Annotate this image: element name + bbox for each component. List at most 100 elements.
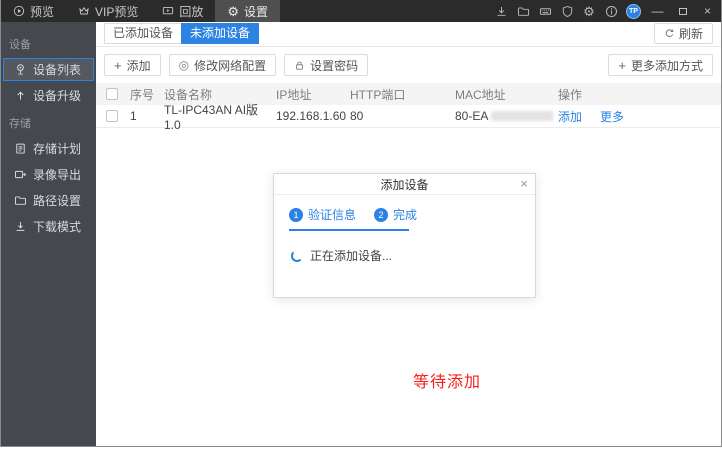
header-checkbox-cell bbox=[106, 88, 130, 100]
row-checkbox-cell bbox=[106, 110, 130, 122]
dialog-title: 添加设备 bbox=[380, 177, 429, 192]
row-more-link[interactable]: 更多 bbox=[600, 108, 624, 125]
cell-mac: 80-EA bbox=[455, 109, 558, 123]
download-icon[interactable] bbox=[494, 4, 508, 18]
folder-icon[interactable] bbox=[516, 4, 530, 18]
play-circle-icon bbox=[13, 5, 25, 17]
tab-preview-label: 预览 bbox=[30, 4, 55, 19]
row-add-link[interactable]: 添加 bbox=[558, 108, 582, 125]
lock-icon bbox=[296, 61, 304, 70]
waiting-status-text: 等待添加 bbox=[413, 374, 482, 391]
gear-icon[interactable]: ⚙ bbox=[582, 4, 596, 18]
set-password-button[interactable]: 设置密码 bbox=[284, 54, 369, 76]
cell-index: 1 bbox=[130, 109, 137, 123]
step-label: 完成 bbox=[393, 208, 418, 222]
camera-icon bbox=[17, 64, 24, 75]
sidebar-item-path-settings[interactable]: 路径设置 bbox=[3, 189, 94, 212]
folder-path-icon bbox=[14, 196, 27, 205]
network-config-icon: ◎ bbox=[178, 58, 190, 72]
step-number-badge: 2 bbox=[374, 207, 389, 222]
tab-settings[interactable]: ⚙ 设置 bbox=[215, 0, 281, 22]
more-add-methods-label: 更多添加方式 bbox=[630, 58, 703, 73]
refresh-label: 刷新 bbox=[678, 27, 703, 41]
tab-playback[interactable]: 回放 bbox=[150, 0, 215, 22]
sidebar-item-device-upgrade[interactable]: 设备升级 bbox=[3, 84, 94, 107]
sidebar-item-label: 设备升级 bbox=[33, 89, 82, 103]
shield-icon[interactable] bbox=[560, 4, 574, 18]
device-keyboard-icon[interactable] bbox=[538, 4, 552, 18]
tp-account-logo[interactable]: TP bbox=[626, 3, 641, 19]
tab-added-devices[interactable]: 已添加设备 bbox=[104, 23, 182, 44]
cell-ip: 192.168.1.60 bbox=[276, 109, 347, 123]
sidebar-item-label: 录像导出 bbox=[33, 168, 82, 182]
loading-text: 正在添加设备... bbox=[310, 249, 393, 263]
select-all-checkbox[interactable] bbox=[106, 88, 118, 100]
header-ip: IP地址 bbox=[276, 87, 312, 102]
refresh-icon bbox=[665, 29, 674, 38]
cell-http-port: 80 bbox=[350, 109, 364, 123]
gear-icon: ⚙ bbox=[227, 3, 240, 19]
maximize-button[interactable] bbox=[674, 7, 691, 15]
dialog-loading: 正在添加设备... bbox=[291, 247, 535, 264]
sidebar-item-label: 设备列表 bbox=[33, 63, 82, 77]
table-row: 1 TL-IPC43AN AI版 1.0 192.168.1.60 80 80-… bbox=[96, 103, 721, 132]
titlebar: 预览 VIP预览 回放 ⚙ 设置 ⚙ TP — × bbox=[1, 0, 721, 22]
sidebar-item-download-mode[interactable]: 下载模式 bbox=[3, 215, 94, 238]
info-icon[interactable] bbox=[604, 4, 618, 18]
tab-not-added-devices[interactable]: 未添加设备 bbox=[181, 23, 260, 44]
toolbar: + 添加 ◎ 修改网络配置 设置密码 + 更多添加方式 bbox=[96, 47, 721, 83]
steps-active-underline bbox=[289, 229, 409, 231]
upgrade-arrow-icon bbox=[17, 91, 24, 100]
titlebar-actions: ⚙ TP — × bbox=[494, 0, 721, 22]
playback-icon bbox=[163, 6, 174, 15]
tab-preview[interactable]: 预览 bbox=[1, 0, 66, 22]
add-button[interactable]: + 添加 bbox=[104, 54, 161, 76]
dialog-header: 添加设备 × bbox=[274, 174, 535, 195]
sidebar-item-storage-plan[interactable]: 存储计划 bbox=[3, 137, 94, 160]
storage-plan-icon bbox=[16, 143, 25, 154]
device-tabs-row: 已添加设备 未添加设备 刷新 bbox=[96, 22, 721, 47]
tab-playback-label: 回放 bbox=[179, 4, 204, 19]
sidebar-item-device-list[interactable]: 设备列表 bbox=[3, 58, 94, 81]
sidebar: 设备 设备列表 设备升级 存储 存储计划 录像导出 路径设置 下载模式 bbox=[1, 22, 96, 446]
video-export-icon bbox=[14, 170, 26, 179]
app-window: 预览 VIP预览 回放 ⚙ 设置 ⚙ TP — × 设备 设备列表 设备升级 存… bbox=[0, 0, 722, 447]
loading-spinner-icon bbox=[291, 249, 303, 262]
sidebar-section-storage: 存储 bbox=[9, 118, 31, 130]
plus-icon: + bbox=[618, 57, 626, 73]
close-button[interactable]: × bbox=[699, 0, 716, 22]
cell-actions: 添加 更多 bbox=[558, 108, 721, 125]
minimize-button[interactable]: — bbox=[649, 0, 666, 22]
download-mode-icon bbox=[16, 222, 25, 231]
add-device-dialog: 添加设备 × 1 验证信息 2 完成 正在添加设备... bbox=[273, 173, 536, 298]
sidebar-item-video-export[interactable]: 录像导出 bbox=[3, 163, 94, 186]
step-label: 验证信息 bbox=[308, 208, 357, 222]
close-icon[interactable]: × bbox=[520, 174, 528, 195]
sidebar-item-label: 下载模式 bbox=[33, 220, 82, 234]
dialog-steps: 1 验证信息 2 完成 bbox=[289, 206, 520, 223]
tab-vip-preview-label: VIP预览 bbox=[95, 4, 139, 19]
tab-vip-preview[interactable]: VIP预览 bbox=[66, 0, 150, 22]
add-button-label: 添加 bbox=[126, 58, 151, 73]
tab-settings-label: 设置 bbox=[244, 4, 269, 19]
header-index: 序号 bbox=[130, 87, 155, 102]
modify-network-label: 修改网络配置 bbox=[194, 58, 267, 73]
sidebar-item-label: 存储计划 bbox=[33, 142, 82, 156]
step-verify-info: 1 验证信息 bbox=[289, 206, 356, 223]
sidebar-section-device: 设备 bbox=[9, 39, 31, 51]
more-add-methods-button[interactable]: + 更多添加方式 bbox=[608, 54, 713, 76]
modify-network-button[interactable]: ◎ 修改网络配置 bbox=[168, 54, 277, 76]
refresh-button[interactable]: 刷新 bbox=[653, 23, 713, 44]
sidebar-item-label: 路径设置 bbox=[33, 194, 82, 208]
row-checkbox[interactable] bbox=[106, 110, 118, 122]
titlebar-tabs: 预览 VIP预览 回放 ⚙ 设置 bbox=[1, 0, 281, 22]
cell-device-name: TL-IPC43AN AI版 1.0 bbox=[164, 102, 259, 132]
device-table: 序号 设备名称 IP地址 HTTP端口 MAC地址 操作 1 TL-IPC43A… bbox=[96, 83, 721, 132]
maximize-icon bbox=[678, 7, 687, 15]
header-actions: 操作 bbox=[558, 87, 583, 102]
plus-icon: + bbox=[114, 57, 122, 73]
header-mac: MAC地址 bbox=[455, 87, 506, 102]
step-number-badge: 1 bbox=[289, 207, 303, 222]
mac-redacted-blur bbox=[491, 111, 554, 121]
mac-prefix: 80-EA bbox=[455, 109, 489, 123]
